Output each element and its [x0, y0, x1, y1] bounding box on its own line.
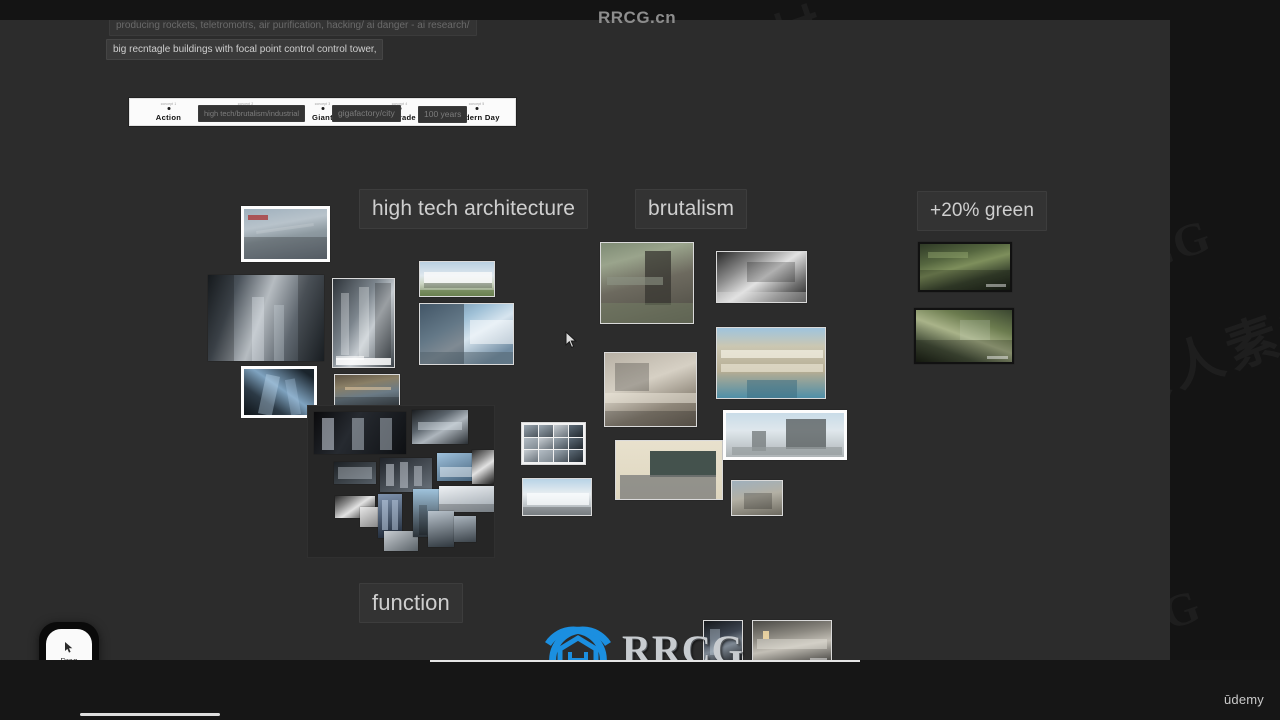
board-image-rooftop[interactable]: [241, 206, 330, 262]
heading-function[interactable]: function: [359, 583, 463, 623]
heading-high-tech-architecture[interactable]: high tech architecture: [359, 189, 588, 229]
moodboard-canvas[interactable]: producing rockets, teletromotrs, air pur…: [0, 20, 1170, 660]
player-seek-bar[interactable]: [430, 660, 860, 662]
board-image-barbican-estate[interactable]: [716, 327, 826, 399]
timeline-step-marker-icon: [167, 107, 170, 110]
board-image-function-interior[interactable]: [752, 620, 832, 660]
timeline-step-marker-icon: [475, 107, 478, 110]
board-image-national-theatre-render[interactable]: [723, 410, 847, 460]
board-image-colonnade[interactable]: [419, 303, 514, 365]
board-image-mech-trio[interactable]: [314, 412, 406, 454]
board-image-brutalist-small[interactable]: [731, 480, 783, 516]
heading-plus-20-percent-green[interactable]: +20% green: [917, 191, 1047, 231]
sticky-note-styles[interactable]: high tech/brutalism/industrial: [198, 105, 306, 122]
watermark-site-label: RRCG.cn: [598, 8, 677, 27]
board-image-contact-sheet[interactable]: [521, 422, 586, 465]
screenshot-root: RRCG 人人素材 RRCG 人人素材 RRCG 人人素材 RRCG 人人素材 …: [0, 0, 1280, 720]
cursor-arrow-icon: [65, 641, 73, 653]
board-image-warehouse-facade[interactable]: [522, 478, 592, 516]
board-image-mech-detail[interactable]: [412, 410, 468, 444]
timeline-step-marker-icon: [321, 107, 324, 110]
board-image-low-rise-white[interactable]: [419, 261, 495, 297]
board-image-sketch-strip[interactable]: [472, 450, 494, 484]
board-group-mech-references[interactable]: [307, 405, 495, 558]
board-image-brutalist-bw-megastructure[interactable]: [716, 251, 807, 303]
board-image-twin-towers[interactable]: [208, 275, 324, 361]
page-progress-bar[interactable]: [80, 713, 220, 716]
udemy-logo: ūdemy: [1223, 692, 1264, 707]
board-image-green-ruin-b[interactable]: [914, 308, 1014, 364]
timeline-step-action[interactable]: concept 1 Action: [130, 99, 207, 125]
player-chrome: [0, 660, 1280, 720]
board-image-part-sheet-a[interactable]: [334, 462, 376, 484]
board-image-lloyds-tall[interactable]: [332, 278, 395, 368]
board-image-glass-upward[interactable]: [241, 366, 317, 418]
sticky-note-buildings[interactable]: big recntagle buildings with focal point…: [106, 39, 384, 60]
board-image-tank[interactable]: [454, 516, 476, 542]
timeline-step-micro: concept 5: [468, 102, 485, 106]
timeline-step-micro: concept 1: [160, 102, 177, 106]
sticky-note-years[interactable]: 100 years: [418, 106, 468, 123]
board-image-green-ruin-a[interactable]: [918, 242, 1012, 292]
mouse-pointer-icon: [565, 331, 577, 349]
board-image-brutalist-beige-collage[interactable]: [615, 440, 723, 500]
timeline-step-micro: concept 3: [314, 102, 331, 106]
timeline-step-label: Action: [155, 113, 182, 122]
timeline-step-label: Giant: [312, 113, 333, 122]
board-image-brutalist-chapel[interactable]: [600, 242, 694, 324]
sticky-note-gigafactory[interactable]: gigafactory/city: [332, 105, 401, 122]
heading-brutalism[interactable]: brutalism: [635, 189, 748, 229]
sticky-note-rockets[interactable]: producing rockets, teletromotrs, air pur…: [109, 20, 477, 36]
board-image-national-theatre[interactable]: [604, 352, 697, 427]
board-image-silos[interactable]: [428, 511, 454, 547]
board-image-plant-exterior[interactable]: [439, 486, 494, 512]
board-image-part-sheet-b[interactable]: [380, 458, 432, 492]
